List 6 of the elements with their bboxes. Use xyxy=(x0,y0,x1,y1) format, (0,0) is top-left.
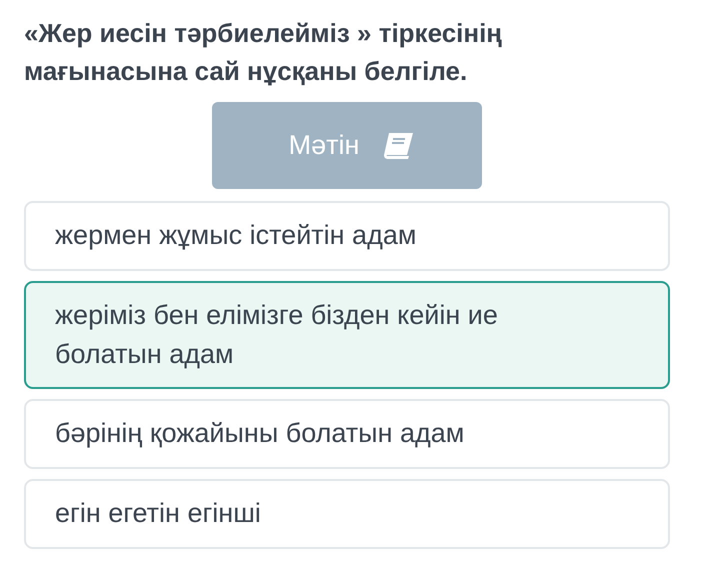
answer-option[interactable]: егін егетін егінші xyxy=(24,479,670,549)
question-text: «Жер иесін тәрбиелейміз » тіркесінің мағынасына сай нұсқаны белгіле. xyxy=(24,17,504,88)
answer-option[interactable]: жеріміз бен елімізге бізден кейін ие болатын адам xyxy=(24,281,670,389)
book-icon xyxy=(381,130,416,160)
answer-option[interactable]: жермен жұмыс істейтін адам xyxy=(24,201,670,271)
answer-option[interactable]: бәрінің қожайыны болатын адам xyxy=(24,399,670,469)
